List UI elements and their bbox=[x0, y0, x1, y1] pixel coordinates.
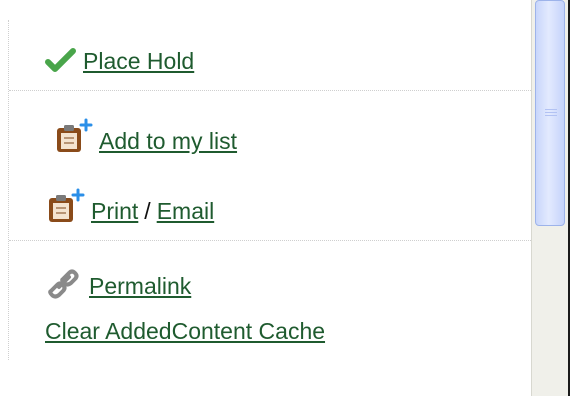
email-link[interactable]: Email bbox=[157, 198, 215, 224]
print-link[interactable]: Print bbox=[91, 198, 138, 224]
divider bbox=[9, 90, 531, 91]
print-email-row: Print / Email bbox=[45, 188, 215, 224]
scrollbar-thumb[interactable] bbox=[535, 0, 565, 226]
clear-cache-row: Clear AddedContent Cache bbox=[45, 310, 325, 344]
clipboard-add-icon bbox=[45, 188, 85, 224]
page: Place Hold Add to my list Print / Email … bbox=[0, 0, 585, 396]
vertical-scrollbar[interactable] bbox=[531, 0, 568, 396]
permalink-row: Permalink bbox=[45, 265, 191, 299]
permalink-link[interactable]: Permalink bbox=[89, 273, 191, 299]
divider bbox=[9, 240, 531, 241]
record-actions-panel: Place Hold Add to my list Print / Email … bbox=[8, 20, 531, 360]
place-hold-row: Place Hold bbox=[45, 40, 194, 74]
checkmark-icon bbox=[45, 48, 77, 74]
place-hold-link[interactable]: Place Hold bbox=[83, 48, 194, 74]
window-border bbox=[568, 0, 570, 396]
clipboard-add-icon bbox=[53, 118, 93, 154]
clear-cache-link[interactable]: Clear AddedContent Cache bbox=[45, 318, 325, 344]
link-separator: / bbox=[144, 198, 151, 224]
add-to-list-link[interactable]: Add to my list bbox=[99, 128, 237, 154]
add-to-list-row: Add to my list bbox=[53, 118, 237, 154]
link-icon bbox=[45, 263, 83, 299]
